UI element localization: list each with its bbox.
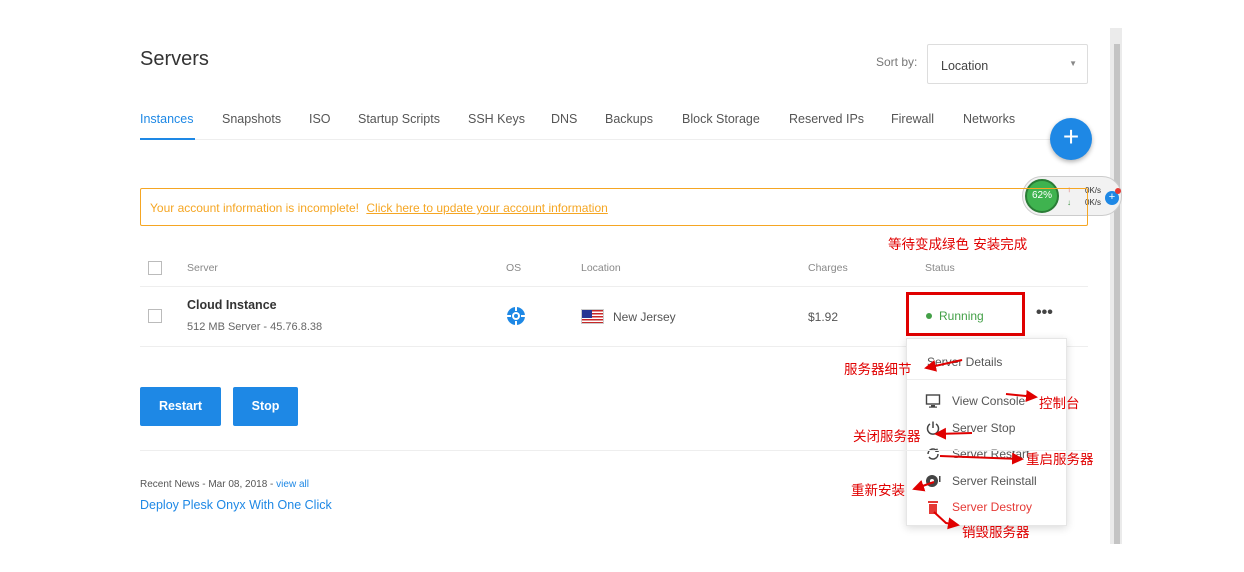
server-charges: $1.92 bbox=[808, 310, 839, 324]
menu-label: Server Details bbox=[927, 355, 1003, 369]
caret-down-icon: ▼ bbox=[1069, 59, 1077, 68]
tab-bar: Instances Snapshots ISO Startup Scripts … bbox=[140, 112, 1088, 140]
tab-firewall[interactable]: Firewall bbox=[891, 112, 934, 126]
column-header-status: Status bbox=[925, 262, 955, 274]
sort-label: Sort by: bbox=[876, 55, 918, 69]
status-badge: Running bbox=[939, 309, 984, 323]
tab-block-storage[interactable]: Block Storage bbox=[682, 112, 760, 126]
monitor-icon bbox=[925, 394, 941, 408]
add-server-button[interactable]: + bbox=[1050, 118, 1092, 160]
us-flag-icon bbox=[581, 309, 604, 324]
annotation-destroy: 销毁服务器 bbox=[962, 525, 1030, 541]
column-header-location: Location bbox=[581, 262, 621, 274]
tab-startup-scripts[interactable]: Startup Scripts bbox=[358, 112, 440, 126]
power-icon bbox=[926, 421, 940, 435]
more-icon[interactable]: ••• bbox=[1036, 304, 1053, 322]
news-title-link[interactable]: Deploy Plesk Onyx With One Click bbox=[140, 498, 332, 512]
tab-instances[interactable]: Instances bbox=[140, 112, 194, 126]
menu-divider bbox=[907, 379, 1066, 380]
server-details-text: 512 MB Server - 45.76.8.38 bbox=[187, 321, 323, 333]
annotation-console: 控制台 bbox=[1039, 396, 1080, 412]
active-tab-indicator bbox=[140, 138, 195, 140]
os-icon bbox=[507, 307, 525, 325]
trash-icon bbox=[928, 501, 938, 514]
tab-reserved-ips[interactable]: Reserved IPs bbox=[789, 112, 864, 126]
notification-dot bbox=[1115, 188, 1121, 194]
annotation-reinstall: 重新安装 bbox=[851, 483, 905, 499]
view-all-link[interactable]: view all bbox=[276, 479, 309, 490]
annotation-stop: 关闭服务器 bbox=[853, 429, 921, 445]
tab-snapshots[interactable]: Snapshots bbox=[222, 112, 281, 126]
annotation-restart: 重启服务器 bbox=[1026, 452, 1094, 468]
tab-iso[interactable]: ISO bbox=[309, 112, 331, 126]
account-alert: Your account information is incomplete! … bbox=[140, 188, 1088, 226]
tab-dns[interactable]: DNS bbox=[551, 112, 577, 126]
scrollbar-thumb[interactable] bbox=[1114, 44, 1120, 544]
server-actions-menu: Server Details View Console Server Stop … bbox=[906, 338, 1067, 526]
reinstall-icon bbox=[926, 475, 941, 487]
status-indicator bbox=[926, 313, 932, 319]
menu-label: Server Stop bbox=[952, 421, 1016, 435]
section-divider bbox=[140, 450, 1088, 451]
column-header-os: OS bbox=[506, 262, 522, 274]
restart-button[interactable]: Restart bbox=[140, 387, 221, 426]
column-header-server: Server bbox=[187, 262, 218, 274]
tab-networks[interactable]: Networks bbox=[963, 112, 1015, 126]
server-name[interactable]: Cloud Instance bbox=[187, 298, 277, 312]
menu-label: View Console bbox=[952, 394, 1026, 408]
stop-button[interactable]: Stop bbox=[233, 387, 298, 426]
page-title: Servers bbox=[140, 48, 209, 70]
server-location: New Jersey bbox=[613, 310, 676, 324]
news-meta: Recent News - Mar 08, 2018 - view all bbox=[140, 479, 309, 490]
menu-label: Server Reinstall bbox=[952, 474, 1037, 488]
update-account-link[interactable]: Click here to update your account inform… bbox=[366, 201, 607, 215]
refresh-icon bbox=[927, 448, 939, 460]
tab-ssh-keys[interactable]: SSH Keys bbox=[468, 112, 525, 126]
row-checkbox[interactable] bbox=[148, 309, 162, 323]
sort-select[interactable]: Location ▼ bbox=[927, 44, 1088, 84]
tab-backups[interactable]: Backups bbox=[605, 112, 653, 126]
alert-text: Your account information is incomplete! bbox=[150, 201, 360, 215]
news-date: Recent News - Mar 08, 2018 - bbox=[140, 479, 274, 490]
menu-label: Server Destroy bbox=[952, 500, 1033, 514]
annotation-details: 服务器细节 bbox=[844, 362, 912, 378]
sort-value: Location bbox=[941, 59, 989, 73]
plus-icon: + bbox=[1062, 121, 1080, 152]
annotation-wait-green: 等待变成绿色 安装完成 bbox=[888, 237, 1028, 253]
column-header-charges: Charges bbox=[808, 262, 848, 274]
row-divider bbox=[140, 286, 1088, 287]
select-all-checkbox[interactable] bbox=[148, 261, 162, 275]
